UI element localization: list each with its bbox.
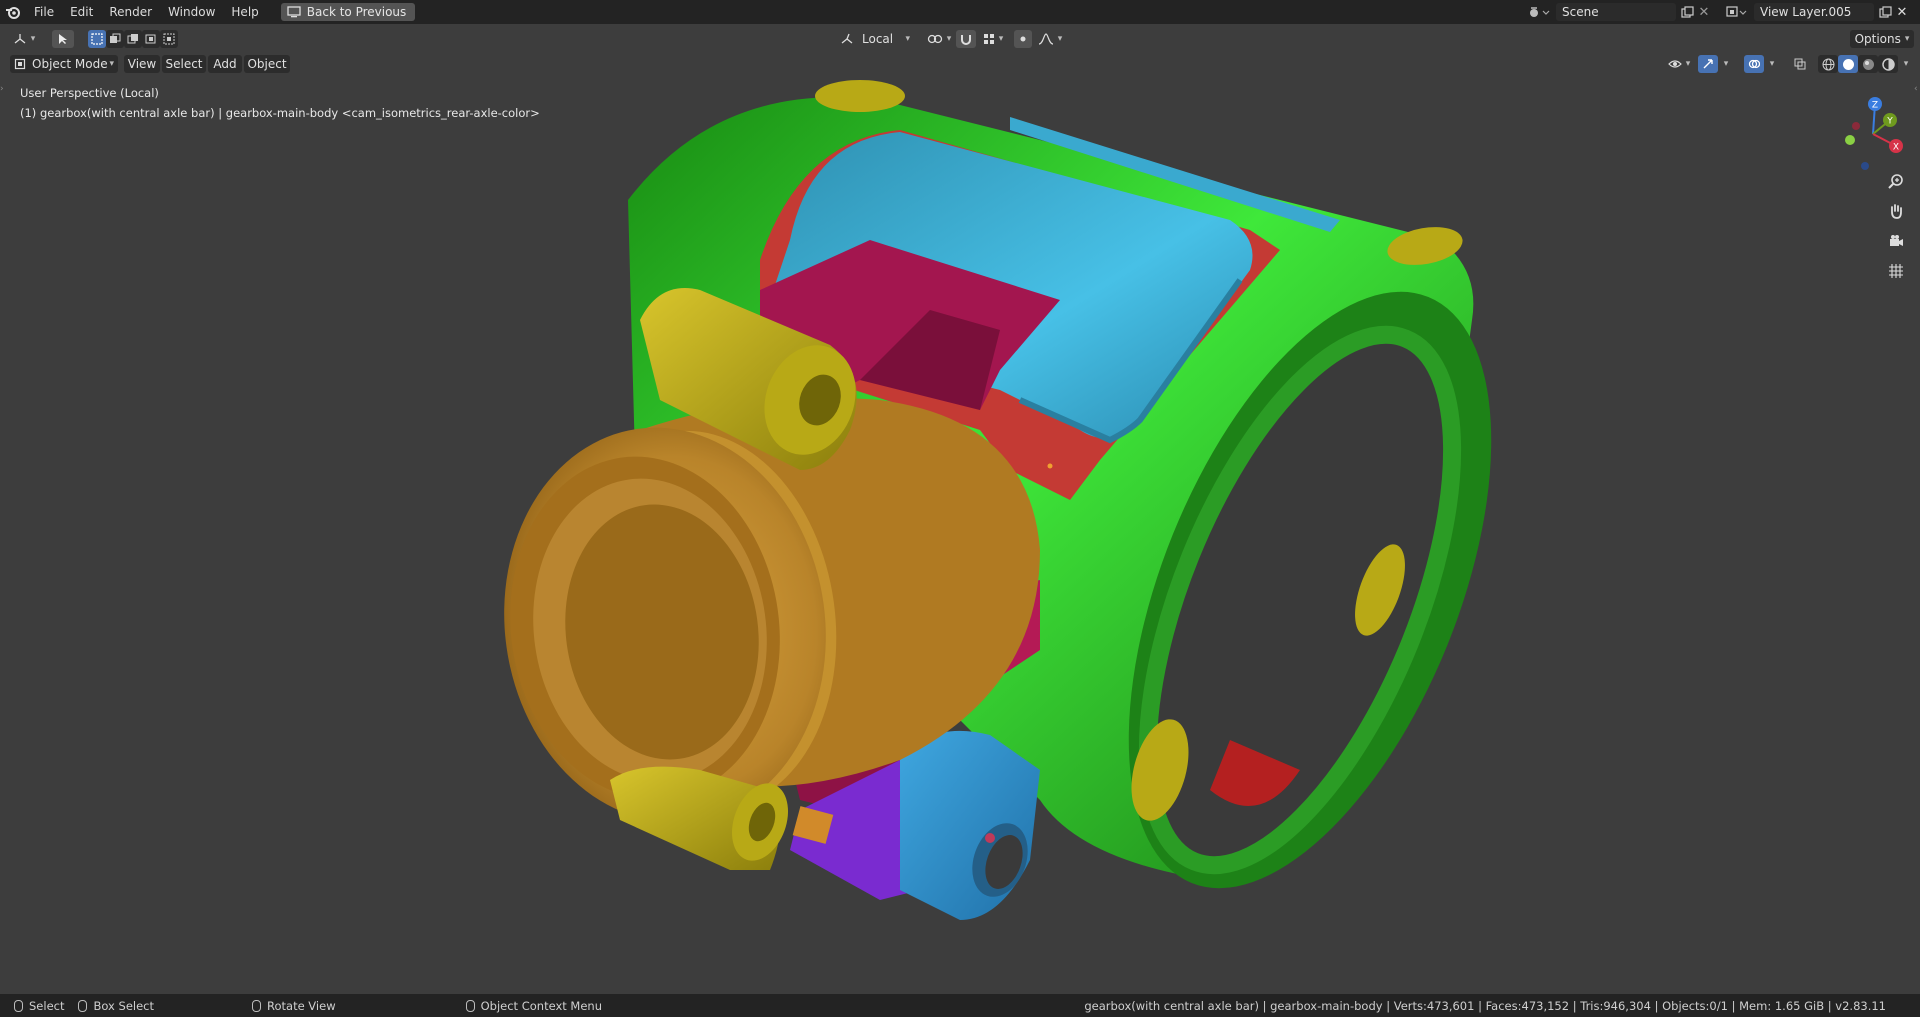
select-invert-mode-button[interactable] (142, 30, 160, 48)
snap-grid-icon (983, 34, 994, 44)
menu-window[interactable]: Window (160, 0, 223, 24)
top-menu-bar: File Edit Render Window Help Back to Pre… (0, 0, 1920, 24)
blue-lever-arm (900, 730, 1040, 920)
mouse-left-icon (14, 999, 23, 1012)
mouse-middle-icon (252, 999, 261, 1012)
status-select-hint: Select (14, 999, 64, 1013)
proportional-edit-toggle[interactable] (1014, 30, 1032, 48)
proportional-dot-icon (1020, 36, 1026, 42)
delete-view-layer-icon[interactable]: ✕ (1894, 3, 1910, 21)
proportional-falloff-dropdown[interactable]: ▾ (1034, 30, 1066, 48)
status-rotate-hint: Rotate View (252, 999, 336, 1013)
select-subtract-mode-button[interactable] (124, 30, 142, 48)
mouse-right-icon (465, 999, 475, 1012)
select-extend-icon (110, 33, 121, 43)
camera-icon[interactable] (1883, 228, 1909, 254)
new-scene-icon[interactable] (1678, 3, 1696, 21)
view-layer-selector-icon[interactable] (1722, 3, 1752, 21)
status-bar: Select Box Select Rotate View Object Con… (0, 994, 1920, 1017)
gizmo-neg-y-axis[interactable] (1845, 135, 1855, 145)
status-context-menu-hint: Object Context Menu (465, 998, 602, 1013)
gizmo-y-label: Y (1886, 117, 1893, 127)
mouse-drag-icon (78, 999, 88, 1012)
cursor-arrow-icon (59, 34, 67, 44)
pivot-point-dropdown[interactable]: ▾ (920, 30, 958, 48)
back-to-previous-button[interactable]: Back to Previous (280, 3, 416, 21)
view-layer-name-field[interactable]: View Layer.005 (1754, 3, 1874, 21)
menu-edit[interactable]: Edit (62, 0, 101, 24)
pivot-link-icon (927, 34, 942, 44)
view-layer-name: View Layer.005 (1760, 5, 1852, 19)
magnet-icon (961, 35, 971, 45)
select-subtract-icon (127, 34, 138, 44)
transform-orientation-label: Local (862, 32, 894, 46)
menu-help[interactable]: Help (223, 0, 266, 24)
select-intersect-icon (163, 33, 175, 45)
select-extend-mode-button[interactable] (106, 30, 124, 48)
menu-render[interactable]: Render (101, 0, 160, 24)
menu-file[interactable]: File (26, 0, 62, 24)
gizmo-neg-x-axis[interactable] (1852, 122, 1860, 130)
select-invert-icon (145, 34, 156, 44)
select-new-mode-button[interactable] (88, 30, 106, 48)
status-select-label: Select (29, 998, 65, 1013)
scene-name-field[interactable]: Scene (1556, 3, 1676, 21)
right-region-toggle-icon[interactable]: ‹ (1914, 84, 1920, 98)
snap-toggle-button[interactable] (956, 30, 976, 48)
gearbox-model[interactable] (0, 54, 1920, 994)
gizmo-x-label: X (1893, 143, 1899, 153)
grid-icon[interactable] (1883, 258, 1909, 284)
screen-icon (287, 6, 301, 18)
zoom-icon[interactable] (1883, 168, 1909, 194)
navigation-gizmo[interactable]: Z Y X (1828, 86, 1918, 176)
options-label: Options (1854, 32, 1901, 46)
new-view-layer-icon[interactable] (1876, 3, 1894, 21)
blender-logo-icon[interactable] (0, 0, 26, 24)
scene-selector-icon[interactable] (1524, 3, 1554, 21)
status-rotate-label: Rotate View (267, 998, 336, 1013)
3d-viewport[interactable]: User Perspective (Local) (1) gearbox(wit… (0, 54, 1920, 994)
status-box-select-hint: Box Select (78, 999, 154, 1013)
select-new-icon (91, 33, 103, 45)
select-intersect-mode-button[interactable] (160, 30, 178, 48)
editor-type-selector[interactable]: ▾ (8, 30, 40, 48)
falloff-curve-icon (1038, 33, 1053, 45)
scene-name: Scene (1562, 5, 1599, 19)
orientation-axes-icon (841, 33, 853, 44)
scene-statistics: gearbox(with central axle bar) | gearbox… (1084, 998, 1886, 1013)
pan-hand-icon[interactable] (1883, 198, 1909, 224)
back-to-previous-label: Back to Previous (306, 5, 407, 19)
snap-target-dropdown[interactable]: ▾ (978, 30, 1008, 48)
status-box-select-label: Box Select (93, 998, 154, 1013)
options-dropdown[interactable]: Options ▾ (1850, 30, 1914, 48)
delete-scene-icon[interactable]: ✕ (1696, 3, 1712, 21)
select-tool-button[interactable] (52, 30, 74, 48)
3d-viewport-icon (14, 34, 26, 44)
object-origin-point (1047, 463, 1053, 469)
gizmo-neg-z-axis[interactable] (1861, 162, 1869, 170)
transform-orientation-dropdown[interactable]: Local ▾ (836, 30, 914, 48)
gizmo-z-label: Z (1872, 101, 1878, 111)
left-region-toggle-icon[interactable]: › (0, 84, 6, 98)
status-context-menu-label: Object Context Menu (480, 998, 602, 1013)
